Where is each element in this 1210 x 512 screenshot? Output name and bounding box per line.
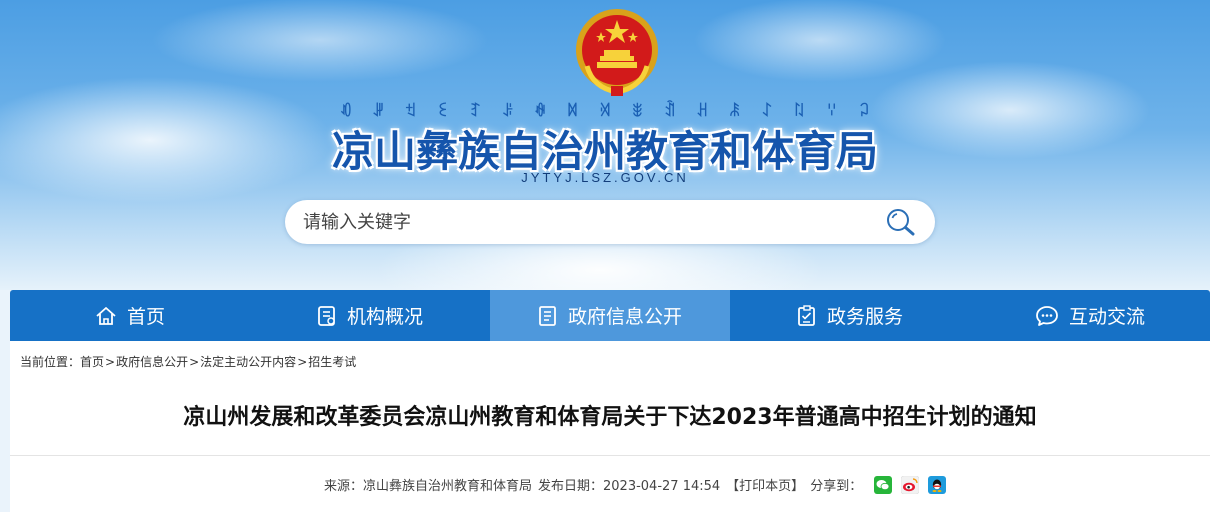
document-list-icon	[318, 305, 335, 326]
nav-item-organization[interactable]: 机构概况	[250, 290, 490, 341]
search-box	[285, 200, 935, 244]
breadcrumb-prefix: 当前位置：	[20, 355, 81, 369]
divider	[10, 455, 1210, 456]
nav-label: 首页	[126, 306, 165, 328]
national-emblem-icon	[576, 9, 658, 96]
nav-item-home[interactable]: 首页	[10, 290, 250, 341]
nav-item-interaction[interactable]: 互动交流	[970, 290, 1210, 341]
home-icon	[96, 306, 116, 325]
breadcrumb-link-enrollment[interactable]: 招生考试	[308, 353, 356, 370]
breadcrumb-link-home[interactable]: 首页	[80, 353, 104, 370]
nav-item-services[interactable]: 政务服务	[730, 290, 970, 341]
nav-label: 互动交流	[1068, 306, 1145, 328]
nav-label: 机构概况	[346, 306, 423, 328]
weibo-icon[interactable]	[901, 475, 920, 494]
print-button[interactable]: 【打印本页】	[726, 475, 804, 494]
nav-label: 政务服务	[826, 306, 903, 328]
breadcrumb-separator: >	[189, 354, 200, 369]
article-source: 来源：凉山彝族自治州教育和体育局	[324, 479, 533, 494]
info-document-icon	[539, 305, 556, 326]
header-banner: ꀒ ꎼ ꉬ ꏂ ꆈ ꌠ ꊿ ꉙ ꄉ ꎺ ꀉ ꃅ ꄯ ꋍ ꇁ ꈌ ꃀ 凉山彝族自治…	[0, 0, 1210, 290]
nav-item-gov-info[interactable]: 政府信息公开	[490, 290, 730, 341]
wechat-icon[interactable]	[874, 475, 893, 494]
site-domain: JYTYJ.LSZ.GOV.CN	[521, 170, 689, 185]
breadcrumb: 当前位置： 首页 > 政府信息公开 > 法定主动公开内容 > 招生考试	[20, 353, 356, 370]
article-container: 当前位置： 首页 > 政府信息公开 > 法定主动公开内容 > 招生考试 凉山州发…	[10, 341, 1210, 512]
qq-icon[interactable]	[928, 475, 947, 494]
share-label: 分享到：	[810, 479, 863, 494]
article-title: 凉山州发展和改革委员会凉山州教育和体育局关于下达2023年普通高中招生计划的通知	[183, 405, 1037, 430]
main-nav: 首页 机构概况 政府信息公开 政务服务 互动交流	[10, 290, 1210, 341]
search-icon[interactable]	[885, 207, 917, 237]
nav-label: 政府信息公开	[567, 306, 682, 328]
breadcrumb-link-gov-info[interactable]: 政府信息公开	[116, 353, 188, 370]
breadcrumb-separator: >	[105, 354, 116, 369]
article-meta: 来源：凉山彝族自治州教育和体育局 发布日期：2023-04-27 14:54 【…	[324, 475, 947, 494]
checklist-icon	[798, 304, 815, 326]
breadcrumb-link-statutory[interactable]: 法定主动公开内容	[200, 353, 296, 370]
search-input[interactable]	[303, 200, 863, 244]
article-publish-date: 发布日期：2023-04-27 14:54	[538, 479, 721, 494]
breadcrumb-separator: >	[297, 354, 308, 369]
chat-bubble-icon	[1036, 305, 1058, 326]
